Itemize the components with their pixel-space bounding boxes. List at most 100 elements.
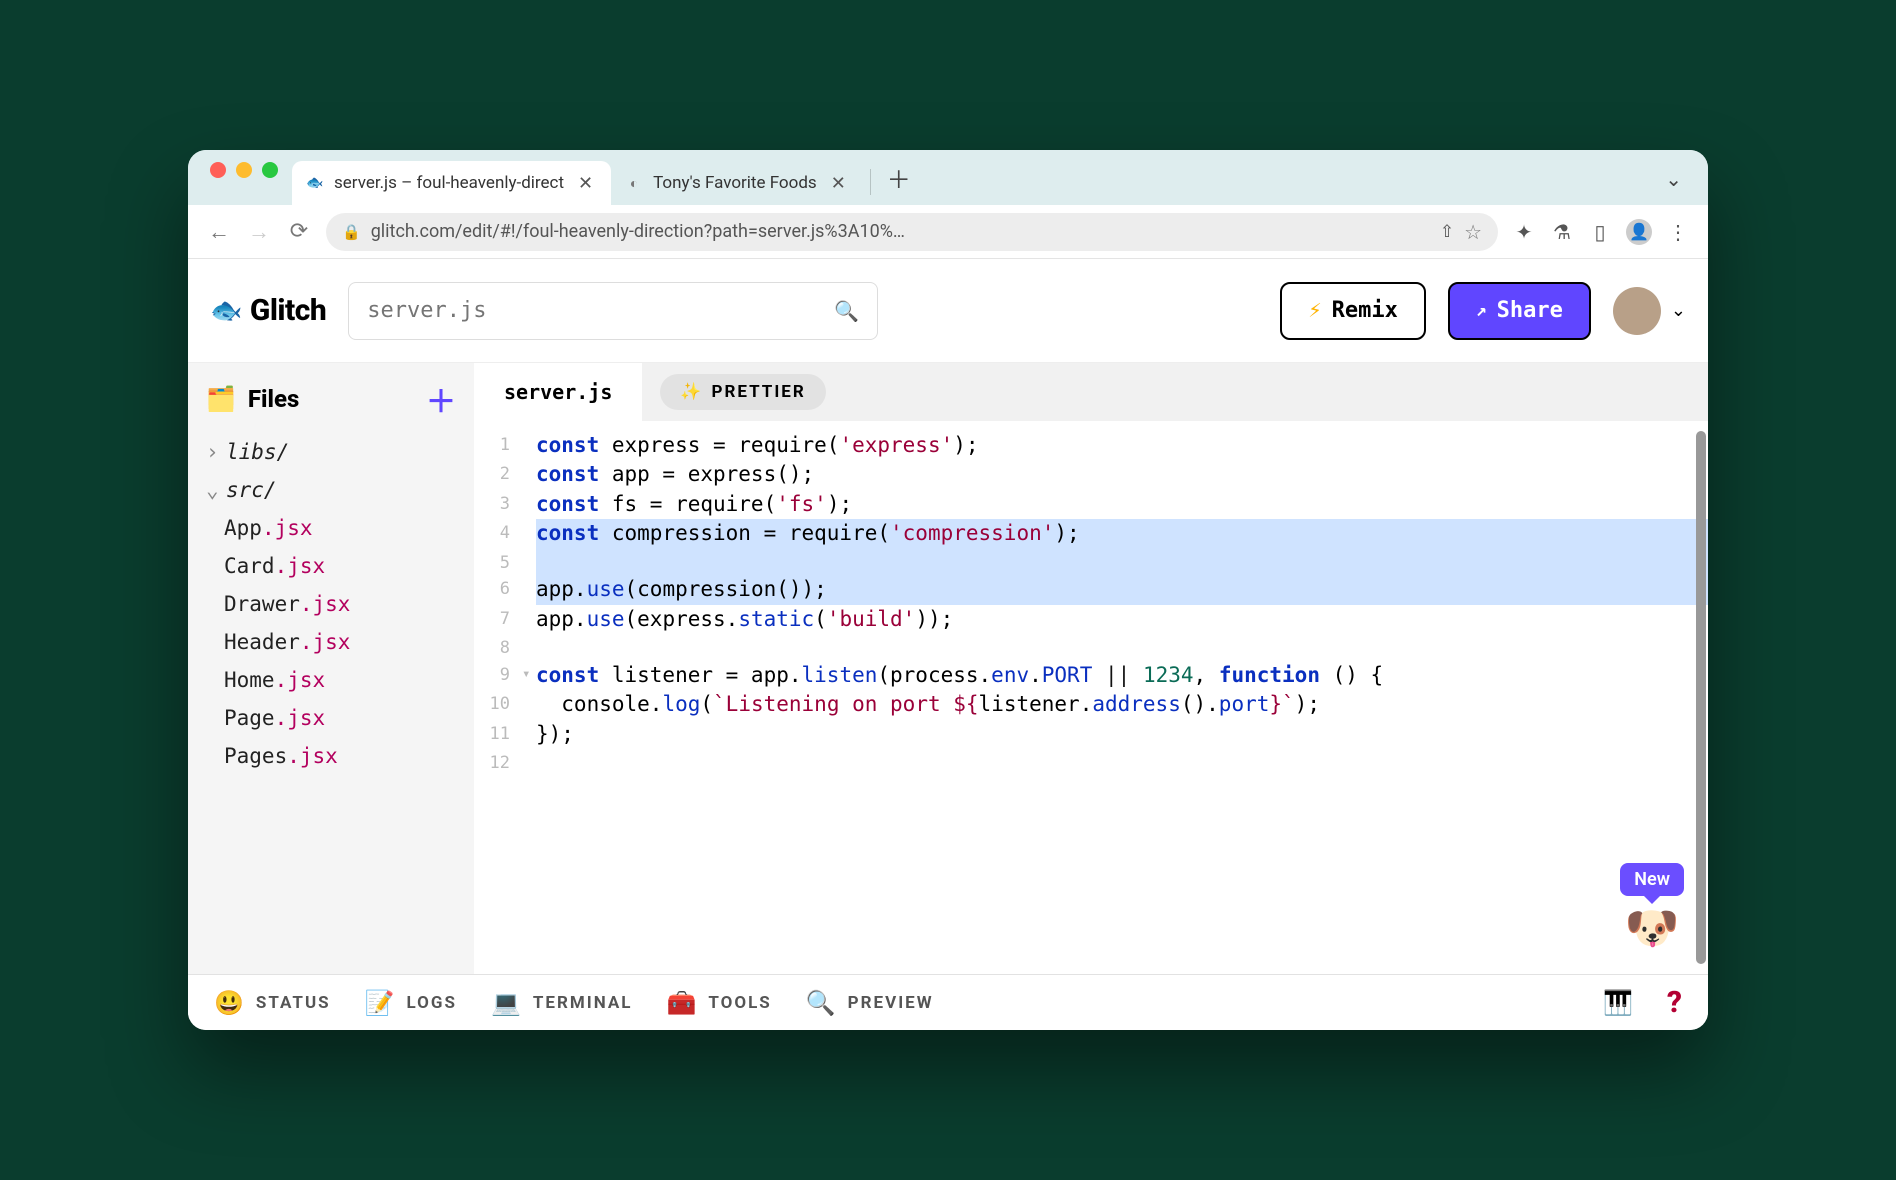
avatar xyxy=(1613,287,1661,335)
nav-reload-button[interactable]: ⟳ xyxy=(286,219,312,244)
footer-tools[interactable]: 🧰TOOLS xyxy=(666,989,771,1017)
url-input[interactable]: 🔒 glitch.com/edit/#!/foul-heavenly-direc… xyxy=(326,213,1498,251)
file-row[interactable]: Pages.jsx xyxy=(188,737,474,775)
file-row[interactable]: Home.jsx xyxy=(188,661,474,699)
code-line[interactable]: 4const compression = require('compressio… xyxy=(474,519,1708,548)
remix-label: Remix xyxy=(1332,298,1398,323)
help-button[interactable]: ? xyxy=(1667,985,1682,1020)
files-title: Files xyxy=(248,385,299,413)
browser-address-bar: ← → ⟳ 🔒 glitch.com/edit/#!/foul-heavenly… xyxy=(188,205,1708,259)
code-line[interactable]: 5 xyxy=(474,549,1708,576)
code-editor[interactable]: 1const express = require('express');2con… xyxy=(474,421,1708,974)
code-line[interactable]: 1const express = require('express'); xyxy=(474,431,1708,460)
file-tree: ›libs/⌄src/App.jsxCard.jsxDrawer.jsxHead… xyxy=(188,429,474,779)
file-row[interactable]: Card.jsx xyxy=(188,547,474,585)
project-search-box[interactable]: 🔍 xyxy=(348,282,878,340)
file-row[interactable]: Drawer.jsx xyxy=(188,585,474,623)
share-label: Share xyxy=(1497,298,1563,323)
code-line[interactable]: 2const app = express(); xyxy=(474,460,1708,489)
status-icon: 😃 xyxy=(214,989,246,1017)
files-header: 🗂️ Files ＋ xyxy=(188,363,474,429)
logs-icon: 📝 xyxy=(365,989,397,1017)
tab-overflow-button[interactable]: ⌄ xyxy=(1647,167,1700,205)
files-icon: 🗂️ xyxy=(206,385,236,413)
bolt-icon: ⚡ xyxy=(1308,298,1321,323)
sidepanel-icon[interactable]: ▯ xyxy=(1588,220,1612,244)
footer-preview[interactable]: 🔍PREVIEW xyxy=(806,989,934,1017)
code-line[interactable]: 7app.use(express.static('build')); xyxy=(474,605,1708,634)
browser-tab-strip: 🐟 server.js – foul-heavenly-direct ✕ ◐ T… xyxy=(188,150,1708,205)
search-input[interactable] xyxy=(367,298,834,323)
folder-row[interactable]: ›libs/ xyxy=(188,433,474,471)
browser-tab-active[interactable]: 🐟 server.js – foul-heavenly-direct ✕ xyxy=(292,161,611,205)
editor-scrollbar[interactable] xyxy=(1696,431,1706,964)
share-button[interactable]: ↗ Share xyxy=(1448,282,1591,340)
glitch-brand-text: Glitch xyxy=(250,293,326,328)
file-row[interactable]: Header.jsx xyxy=(188,623,474,661)
browser-window: 🐟 server.js – foul-heavenly-direct ✕ ◐ T… xyxy=(188,150,1708,1030)
terminal-icon: 💻 xyxy=(491,989,523,1017)
code-line[interactable]: 10 console.log(`Listening on port ${list… xyxy=(474,690,1708,719)
tab-title: server.js – foul-heavenly-direct xyxy=(334,173,564,193)
tab-separator xyxy=(870,169,871,195)
dog-icon: 🐶 xyxy=(1625,902,1680,954)
share-icon: ↗ xyxy=(1476,300,1487,321)
editor-pane: server.js ✨ PRETTIER 1const express = re… xyxy=(474,363,1708,974)
tab-close-icon[interactable]: ✕ xyxy=(574,173,597,194)
nav-back-button[interactable]: ← xyxy=(206,219,232,245)
extensions-icon[interactable]: ✦ xyxy=(1512,220,1536,244)
browser-tab[interactable]: ◐ Tony's Favorite Foods ✕ xyxy=(611,161,864,205)
code-line[interactable]: 3const fs = require('fs'); xyxy=(474,490,1708,519)
window-minimize-button[interactable] xyxy=(236,162,252,178)
chevron-down-icon: ⌄ xyxy=(1671,300,1686,321)
file-row[interactable]: Page.jsx xyxy=(188,699,474,737)
prettier-label: PRETTIER xyxy=(712,382,806,402)
code-line[interactable]: 6app.use(compression()); xyxy=(474,575,1708,604)
code-line[interactable]: 12 xyxy=(474,749,1708,776)
glitch-logo[interactable]: 🐟 Glitch xyxy=(210,293,326,328)
share-page-icon[interactable]: ⇧ xyxy=(1440,222,1454,242)
tab-favicon: 🐟 xyxy=(306,174,324,192)
window-close-button[interactable] xyxy=(210,162,226,178)
sparkle-icon: ✨ xyxy=(680,382,703,402)
code-line[interactable]: 11}); xyxy=(474,720,1708,749)
new-tab-button[interactable]: ＋ xyxy=(877,160,921,205)
glitch-logo-icon: 🐟 xyxy=(210,296,242,326)
new-file-button[interactable]: ＋ xyxy=(426,377,456,421)
footer-logs[interactable]: 📝LOGS xyxy=(365,989,457,1017)
prettier-button[interactable]: ✨ PRETTIER xyxy=(660,374,825,410)
lock-icon: 🔒 xyxy=(342,223,361,241)
user-menu[interactable]: ⌄ xyxy=(1613,287,1686,335)
footer-terminal[interactable]: 💻TERMINAL xyxy=(491,989,633,1017)
editor-tab-bar: server.js ✨ PRETTIER xyxy=(474,363,1708,421)
profile-icon[interactable]: 👤 xyxy=(1626,219,1652,245)
whats-new-badge[interactable]: New 🐶 xyxy=(1620,863,1684,954)
main-split: 🗂️ Files ＋ ›libs/⌄src/App.jsxCard.jsxDra… xyxy=(188,363,1708,974)
code-line[interactable]: 8 xyxy=(474,634,1708,661)
tab-title: Tony's Favorite Foods xyxy=(653,173,817,193)
nav-forward-button[interactable]: → xyxy=(246,219,272,245)
editor-tab-active[interactable]: server.js xyxy=(474,363,642,421)
status-footer: 😃STATUS 📝LOGS 💻TERMINAL 🧰TOOLS 🔍PREVIEW 🎹 ? xyxy=(188,974,1708,1030)
window-controls xyxy=(196,162,292,194)
browser-menu-icon[interactable]: ⋮ xyxy=(1666,220,1690,244)
folder-row[interactable]: ⌄src/ xyxy=(188,471,474,509)
footer-status[interactable]: 😃STATUS xyxy=(214,989,331,1017)
file-row[interactable]: App.jsx xyxy=(188,509,474,547)
tools-icon: 🧰 xyxy=(666,989,698,1017)
search-icon[interactable]: 🔍 xyxy=(834,299,859,323)
new-badge-label: New xyxy=(1620,863,1684,896)
tab-close-icon[interactable]: ✕ xyxy=(827,173,850,194)
editor-filename: server.js xyxy=(504,380,612,404)
file-sidebar: 🗂️ Files ＋ ›libs/⌄src/App.jsxCard.jsxDra… xyxy=(188,363,474,974)
piano-icon[interactable]: 🎹 xyxy=(1603,989,1633,1017)
tab-favicon: ◐ xyxy=(625,174,643,192)
window-maximize-button[interactable] xyxy=(262,162,278,178)
code-line[interactable]: 9▾const listener = app.listen(process.en… xyxy=(474,661,1708,690)
bookmark-icon[interactable]: ☆ xyxy=(1464,220,1482,244)
labs-icon[interactable]: ⚗ xyxy=(1550,220,1574,244)
url-text: glitch.com/edit/#!/foul-heavenly-directi… xyxy=(371,221,1430,242)
glitch-header: 🐟 Glitch 🔍 ⚡ Remix ↗ Share ⌄ xyxy=(188,259,1708,363)
remix-button[interactable]: ⚡ Remix xyxy=(1280,282,1425,340)
preview-icon: 🔍 xyxy=(806,989,838,1017)
